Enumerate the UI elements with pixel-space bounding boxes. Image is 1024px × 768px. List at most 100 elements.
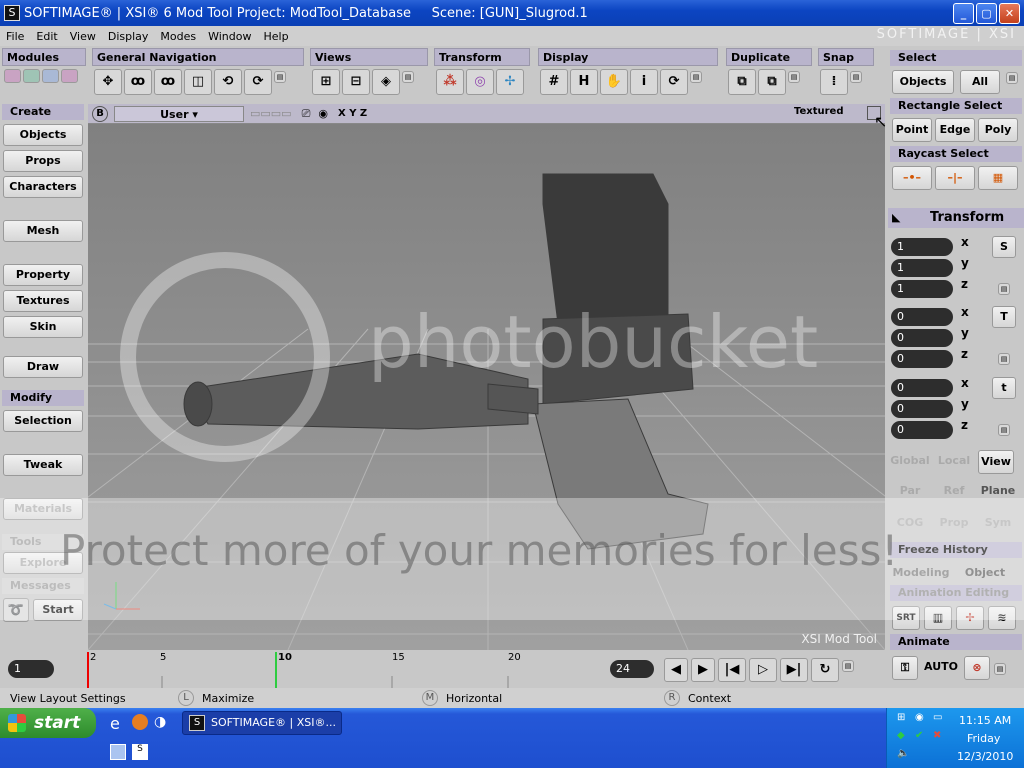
check-icon[interactable]: ✔ <box>915 730 923 741</box>
translate-z-field[interactable]: 0 <box>891 421 953 439</box>
translate-lock-icon[interactable]: ▤ <box>998 424 1010 436</box>
clock-day[interactable]: Friday <box>967 732 1000 745</box>
transform-toolbar-header[interactable]: Transform <box>434 48 530 66</box>
minimize-button[interactable]: _ <box>953 3 974 24</box>
axis-y-label[interactable]: y <box>961 256 969 270</box>
orbit-icon[interactable]: ⟲ <box>214 69 242 95</box>
create-property-button[interactable]: Property <box>3 264 83 286</box>
module-swatch-icon[interactable] <box>42 69 59 83</box>
menu-edit[interactable]: Edit <box>30 30 63 43</box>
menu-file[interactable]: File <box>0 30 30 43</box>
maximize-button[interactable]: ▢ <box>976 3 997 24</box>
ref-view-button[interactable]: View <box>978 450 1014 474</box>
camera-icon[interactable]: ⎚ <box>302 107 311 121</box>
volume-icon[interactable]: 🔈 <box>897 748 909 759</box>
modify-header[interactable]: Modify <box>2 390 84 406</box>
hide-icon[interactable]: H <box>570 69 598 95</box>
frame-icon[interactable]: ◫ <box>184 69 212 95</box>
select-all-button[interactable]: All <box>960 70 1000 94</box>
quicklaunch-app-icon[interactable]: S <box>132 744 148 760</box>
play-backward-icon[interactable]: ◀ <box>664 658 688 682</box>
toolbar-menu-icon[interactable]: ▤ <box>402 71 414 83</box>
scale-tool-icon[interactable]: ⁂ <box>436 69 464 95</box>
snap-grid-icon[interactable]: ⁞ <box>820 69 848 95</box>
translate-mode-icon[interactable]: t <box>992 377 1016 399</box>
create-characters-button[interactable]: Characters <box>3 176 83 198</box>
shading-mode-selector[interactable]: Textured <box>794 106 844 117</box>
navigate-icon[interactable]: ✥ <box>94 69 122 95</box>
reset-view-icon[interactable]: ⟳ <box>244 69 272 95</box>
auto-key-button[interactable]: AUTO <box>922 656 960 680</box>
create-skin-button[interactable]: Skin <box>3 316 83 338</box>
softimage-app-icon[interactable]: S <box>4 5 20 21</box>
select-edge-button[interactable]: Edge <box>935 118 975 142</box>
menu-view[interactable]: View <box>64 30 102 43</box>
play-forward-icon[interactable]: ▶ <box>691 658 715 682</box>
module-swatch-icon[interactable] <box>4 69 21 83</box>
create-draw-button[interactable]: Draw <box>3 356 83 378</box>
duplicate-icon[interactable]: ⧉ <box>728 69 756 95</box>
ie-icon[interactable]: e <box>110 714 120 733</box>
desktop-icon[interactable] <box>110 744 126 760</box>
viewport-b-badge[interactable]: B <box>92 105 108 122</box>
translate-y-field[interactable]: 0 <box>891 400 953 418</box>
axis-z-label[interactable]: z <box>961 347 968 361</box>
rotate-x-field[interactable]: 0 <box>891 308 953 326</box>
toolbar-menu-icon[interactable]: ▤ <box>690 71 702 83</box>
binoculars-zoom-icon[interactable]: ꝏ <box>154 69 182 95</box>
schematic-icon[interactable]: ⊞ <box>312 69 340 95</box>
axis-y-label[interactable]: y <box>961 326 969 340</box>
memo-cam-icon[interactable]: ▭▭▭▭ <box>250 107 292 120</box>
axis-z-label[interactable]: z <box>961 277 968 291</box>
menu-window[interactable]: Window <box>202 30 257 43</box>
scale-y-field[interactable]: 1 <box>891 259 953 277</box>
grid-icon[interactable]: # <box>540 69 568 95</box>
security-icon[interactable]: ◆ <box>897 730 905 741</box>
menu-help[interactable]: Help <box>257 30 294 43</box>
firefox-icon[interactable] <box>132 714 148 730</box>
select-menu-icon[interactable]: ▤ <box>1006 72 1018 84</box>
next-frame-icon[interactable]: ▷ <box>749 658 777 682</box>
wifi-icon[interactable]: ◉ <box>915 712 924 723</box>
general-navigation-header[interactable]: General Navigation <box>92 48 304 66</box>
info-icon[interactable]: i <box>630 69 658 95</box>
select-header[interactable]: Select <box>890 50 1022 66</box>
scale-x-field[interactable]: 1 <box>891 238 953 256</box>
loop-icon[interactable]: ↻ <box>811 658 839 682</box>
goto-end-icon[interactable]: ▶| <box>780 658 808 682</box>
views-header[interactable]: Views <box>310 48 428 66</box>
explorer-tree-icon[interactable]: ⊟ <box>342 69 370 95</box>
close-button[interactable]: ✕ <box>999 3 1020 24</box>
scale-lock-icon[interactable]: ▤ <box>998 283 1010 295</box>
animate-menu-icon[interactable]: ▤ <box>994 663 1006 675</box>
hand-icon[interactable]: ✋ <box>600 69 628 95</box>
raycast-poly-icon[interactable]: ▦ <box>978 166 1018 190</box>
collapse-arrow-icon[interactable]: ◣ <box>892 211 900 224</box>
toolbar-menu-icon[interactable]: ▤ <box>274 71 286 83</box>
network-icon[interactable]: ⊞ <box>897 712 905 723</box>
rotate-tool-icon[interactable]: ◎ <box>466 69 494 95</box>
snap-header[interactable]: Snap <box>818 48 874 66</box>
key-icon[interactable]: ⚿ <box>892 656 918 680</box>
modify-tweak-button[interactable]: Tweak <box>3 454 83 476</box>
rotate-z-field[interactable]: 0 <box>891 350 953 368</box>
rotate-lock-icon[interactable]: ▤ <box>998 353 1010 365</box>
select-point-button[interactable]: Point <box>892 118 932 142</box>
create-objects-button[interactable]: Objects <box>3 124 83 146</box>
axis-z-label[interactable]: z <box>961 418 968 432</box>
axis-x-label[interactable]: x <box>961 376 969 390</box>
cycle-icon[interactable]: ⟳ <box>660 69 688 95</box>
module-swatch-icon[interactable] <box>61 69 78 83</box>
animate-header[interactable]: Animate <box>890 634 1022 650</box>
select-poly-button[interactable]: Poly <box>978 118 1018 142</box>
module-swatch-icon[interactable] <box>23 69 40 83</box>
rotate-mode-icon[interactable]: T <box>992 306 1016 328</box>
display-header[interactable]: Display <box>538 48 718 66</box>
duplicate-header[interactable]: Duplicate <box>726 48 812 66</box>
menu-modes[interactable]: Modes <box>154 30 202 43</box>
clock-time[interactable]: 11:15 AM <box>959 714 1011 727</box>
messenger-icon[interactable]: ◑ <box>154 714 166 730</box>
create-header[interactable]: Create <box>2 104 84 120</box>
scale-z-field[interactable]: 1 <box>891 280 953 298</box>
alert-icon[interactable]: ✖ <box>933 730 941 741</box>
